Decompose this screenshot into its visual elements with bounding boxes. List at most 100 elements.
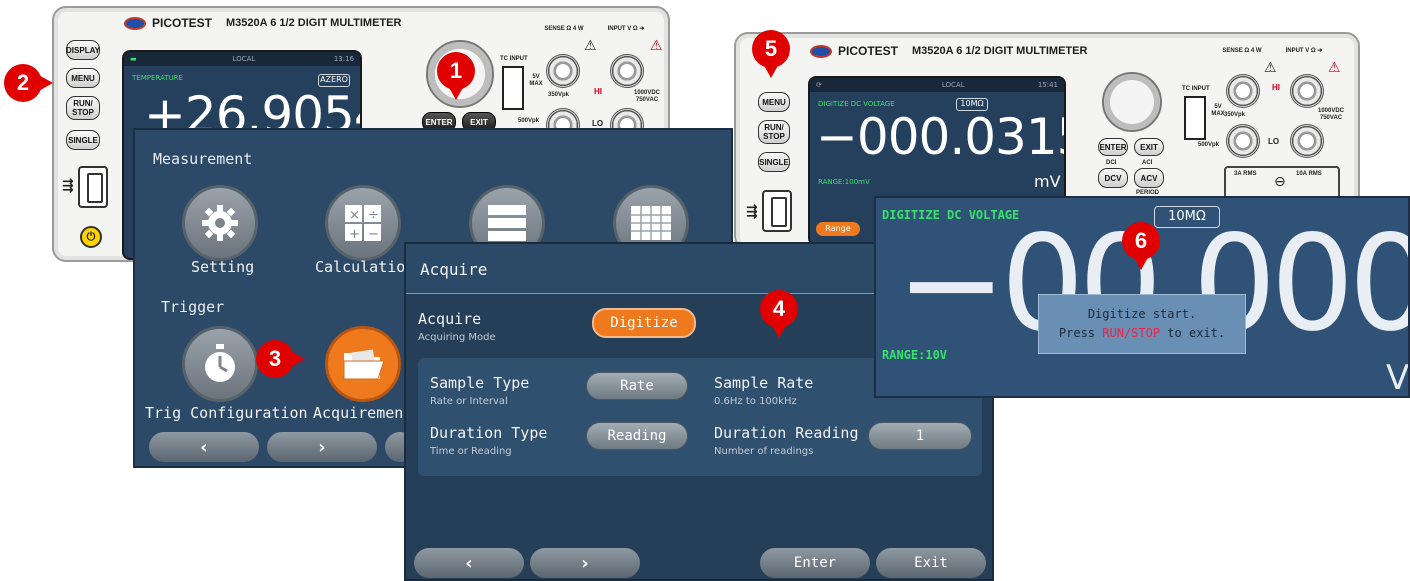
menu-item-trig-configuration-label: Trig Configuration bbox=[145, 404, 308, 422]
350vpk-label: 350Vpk bbox=[548, 92, 570, 98]
display-button[interactable]: DISPLAY bbox=[66, 40, 100, 60]
sample-rate-sub: 0.6Hz to 100kHz bbox=[714, 396, 797, 407]
brand-header-right: PICOTEST M3520A 6 1/2 DIGIT MULTIMETER bbox=[810, 44, 1087, 58]
sense-lo-jack[interactable] bbox=[1226, 124, 1260, 158]
status-local: LOCAL bbox=[941, 81, 965, 89]
sample-rate-label: Sample Rate bbox=[714, 374, 814, 392]
duration-type-selector[interactable]: Reading bbox=[586, 422, 688, 450]
callout-1: 1 bbox=[437, 52, 475, 100]
brand-header: PICOTEST M3520A 6 1/2 DIGIT MULTIMETER bbox=[124, 16, 401, 30]
dcv-button[interactable]: DCV bbox=[1098, 168, 1128, 188]
range-label: RANGE:100mV bbox=[818, 178, 870, 186]
range-label: RANGE:10V bbox=[882, 348, 948, 362]
dialog-next-button[interactable]: › bbox=[530, 548, 640, 578]
menu-button[interactable]: MENU bbox=[66, 68, 100, 88]
callout-4: 4 bbox=[760, 290, 798, 338]
sense-label: SENSE Ω 4 W bbox=[1222, 48, 1262, 54]
svg-text:−: − bbox=[368, 227, 379, 242]
list-icon bbox=[488, 205, 526, 241]
menu-item-acquirement[interactable] bbox=[325, 326, 401, 402]
input-hi-jack[interactable] bbox=[610, 54, 644, 88]
model-name: M3520A 6 1/2 DIGIT MULTIMETER bbox=[912, 45, 1088, 57]
callout-5: 5 bbox=[752, 30, 790, 78]
input-hi-jack[interactable] bbox=[1290, 74, 1324, 108]
acquire-mode-selector[interactable]: Digitize bbox=[592, 308, 696, 338]
menu-item-setting[interactable] bbox=[182, 185, 258, 261]
acquire-mode-label: Acquire bbox=[418, 310, 482, 328]
acv-button[interactable]: ACV bbox=[1134, 168, 1164, 188]
exit-button[interactable]: EXIT bbox=[1134, 138, 1164, 156]
warning-icon: ⚠ bbox=[584, 38, 597, 54]
lo-label: LO bbox=[1268, 137, 1280, 146]
run-stop-button[interactable]: RUN/ STOP bbox=[66, 96, 100, 120]
duration-reading-sub: Number of readings bbox=[714, 446, 814, 457]
popup-line-1: Digitize start. bbox=[1087, 307, 1197, 321]
single-button[interactable]: SINGLE bbox=[66, 130, 100, 150]
menu-item-calculation-label: Calculation bbox=[315, 258, 415, 276]
10a-label: 10A RMS bbox=[1296, 171, 1322, 177]
menu-next-button[interactable]: › bbox=[267, 432, 377, 462]
menu-item-acquirement-label: Acquirement bbox=[313, 404, 413, 422]
max-5v-label: 5V MAX bbox=[529, 74, 543, 87]
duration-reading-label: Duration Reading bbox=[714, 424, 859, 442]
rotary-knob[interactable] bbox=[1102, 72, 1162, 132]
table-icon bbox=[631, 206, 671, 240]
callout-6: 6 bbox=[1122, 222, 1160, 270]
section-measurement: Measurement bbox=[153, 150, 253, 168]
warning-icon: ⚠ bbox=[1264, 60, 1277, 76]
warning-red-icon: ⚠ bbox=[1328, 60, 1341, 76]
status-local: LOCAL bbox=[232, 55, 256, 63]
input-label: INPUT V Ω ➔ bbox=[607, 26, 645, 32]
tc-input-label: TC INPUT bbox=[1182, 86, 1210, 92]
duration-reading-input[interactable]: 1 bbox=[868, 422, 972, 450]
status-time: 15:41 bbox=[1037, 81, 1058, 89]
popup-press: Press bbox=[1058, 326, 1096, 340]
unit-label: V bbox=[1386, 358, 1410, 398]
range-softkey[interactable]: Range bbox=[816, 222, 860, 236]
hi-label: HI bbox=[1272, 83, 1280, 92]
section-trigger: Trigger bbox=[161, 298, 225, 316]
picotest-logo-icon bbox=[810, 44, 832, 58]
reading-value: −000.0315 bbox=[816, 108, 1066, 166]
dialog-enter-button[interactable]: Enter bbox=[760, 548, 870, 578]
calculator-icon: × ÷ + − bbox=[345, 205, 381, 242]
input-lo-jack[interactable] bbox=[1290, 124, 1324, 158]
350vpk-label: 350Vpk bbox=[1224, 112, 1246, 118]
fuse-icon: ⊖ bbox=[1274, 174, 1286, 190]
menu-prev-button[interactable]: ‹ bbox=[149, 432, 259, 462]
popup-tail: to exit. bbox=[1167, 326, 1226, 340]
single-button[interactable]: SINGLE bbox=[758, 152, 790, 172]
menu-item-calculation[interactable]: × ÷ + − bbox=[325, 185, 401, 261]
sample-type-selector[interactable]: Rate bbox=[586, 372, 688, 400]
svg-text:×: × bbox=[349, 208, 360, 223]
sample-type-sub: Rate or Interval bbox=[430, 396, 508, 407]
sense-label: SENSE Ω 4 W bbox=[544, 26, 584, 32]
enter-button[interactable]: ENTER bbox=[1098, 138, 1128, 156]
brand-name: PICOTEST bbox=[838, 44, 899, 58]
tc-input-terminal[interactable] bbox=[1184, 96, 1206, 140]
sense-hi-jack[interactable] bbox=[1226, 74, 1260, 108]
dialog-prev-button[interactable]: ‹ bbox=[414, 548, 524, 578]
run-stop-button[interactable]: RUN/ STOP bbox=[758, 120, 790, 144]
digitize-start-popup: Digitize start. Press RUN/STOP to exit. bbox=[1038, 294, 1246, 354]
tc-input-label: TC INPUT bbox=[500, 56, 528, 62]
tc-input-terminal[interactable] bbox=[502, 66, 524, 110]
popup-line-2: Press RUN/STOP to exit. bbox=[1039, 324, 1245, 343]
svg-text:+: + bbox=[349, 227, 360, 242]
acquire-mode-sub: Acquiring Mode bbox=[418, 332, 496, 343]
svg-text:÷: ÷ bbox=[368, 208, 379, 223]
menu-button[interactable]: MENU bbox=[758, 92, 790, 112]
menu-item-trig-configuration[interactable] bbox=[182, 326, 258, 402]
input-label: INPUT V Ω ➔ bbox=[1285, 48, 1323, 54]
power-button[interactable]: ⏻ bbox=[80, 226, 102, 248]
dialog-exit-button[interactable]: Exit bbox=[876, 548, 986, 578]
warning-red-icon: ⚠ bbox=[650, 38, 663, 54]
usb-port[interactable] bbox=[78, 166, 108, 208]
duration-type-sub: Time or Reading bbox=[430, 446, 512, 457]
brand-name: PICOTEST bbox=[152, 16, 213, 30]
usb-port[interactable] bbox=[762, 190, 792, 232]
hi-label: HI bbox=[594, 87, 602, 96]
stopwatch-icon bbox=[205, 344, 235, 382]
sense-hi-jack[interactable] bbox=[546, 54, 580, 88]
usb-icon: ⇶ bbox=[746, 204, 758, 220]
